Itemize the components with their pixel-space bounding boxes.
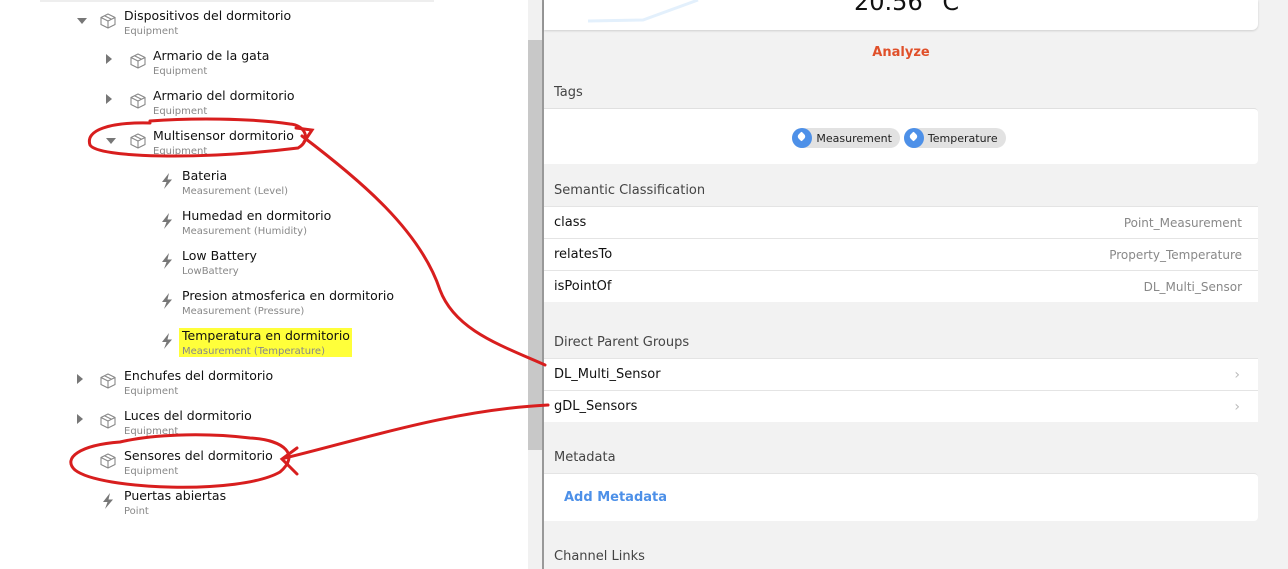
tree-node-subtitle: Equipment [124, 386, 179, 397]
tree-node-subtitle: Equipment [124, 26, 179, 37]
tree-node[interactable]: Bateria Measurement (Level) [0, 168, 520, 208]
lightning-icon [158, 252, 176, 270]
tag-label: Temperature [927, 131, 998, 145]
tree-node-title: Humedad en dormitorio [182, 208, 332, 223]
caret-right-icon[interactable] [106, 94, 112, 104]
semantic-row: isPointOf DL_Multi_Sensor [544, 270, 1258, 302]
add-metadata-link[interactable]: Add Metadata [564, 490, 667, 505]
cube-icon [99, 452, 117, 470]
tree-node[interactable]: Humedad en dormitorio Measurement (Humidi… [0, 208, 520, 248]
tree-node-title: Bateria [182, 168, 228, 183]
lightning-icon [99, 492, 117, 510]
tree-node-subtitle: Point [124, 506, 149, 517]
tree-node-subtitle: Measurement (Level) [182, 186, 289, 197]
lightning-icon [158, 332, 176, 350]
channel-links-header: Channel Links [554, 549, 645, 564]
cube-icon [99, 412, 117, 430]
tag-measurement[interactable]: Measurement [792, 128, 900, 148]
cube-icon [129, 92, 147, 110]
cube-icon [99, 372, 117, 390]
tree-node-subtitle: Equipment [153, 106, 208, 117]
semantic-key: isPointOf [554, 279, 612, 294]
tree-node-title: Puertas abiertas [124, 488, 227, 503]
sparkline [588, 0, 699, 23]
lightning-icon [158, 172, 176, 190]
tree-node[interactable]: Presion atmosferica en dormitorio Measure… [0, 288, 520, 328]
tree-node-subtitle: LowBattery [182, 266, 239, 277]
tree-node[interactable]: Multisensor dormitorio Equipment [0, 128, 520, 168]
tree-node[interactable]: Sensores del dormitorio Equipment [0, 448, 520, 488]
tree-node[interactable]: Low Battery LowBattery [0, 248, 520, 288]
semantic-row: class Point_Measurement [544, 206, 1258, 238]
scrollbar-thumb[interactable] [528, 40, 542, 450]
semantic-value: Property_Temperature [1109, 248, 1242, 262]
tree-node[interactable]: Luces del dormitorio Equipment [0, 408, 520, 448]
caret-down-icon[interactable] [77, 18, 87, 24]
semantic-value: Point_Measurement [1123, 216, 1242, 230]
tree-node-subtitle: Measurement (Temperature) [182, 346, 325, 357]
tree-node[interactable]: Enchufes del dormitorio Equipment [0, 368, 520, 408]
tree-node-title: Low Battery [182, 248, 257, 263]
tree-node-subtitle: Equipment [153, 146, 208, 157]
tree-node-title: Enchufes del dormitorio [124, 368, 274, 383]
model-tree-panel: Dispositivos del dormitorio Equipment Arma… [0, 0, 528, 569]
caret-right-icon[interactable] [77, 414, 83, 424]
semantic-row: relatesTo Property_Temperature [544, 238, 1258, 270]
tree-node[interactable]: Dispositivos del dormitorio Equipment [0, 8, 520, 48]
tags-header: Tags [554, 85, 583, 100]
tree-node-title: Multisensor dormitorio [153, 128, 294, 143]
parent-group-row[interactable]: gDL_Sensors › [544, 390, 1258, 422]
scrollbar[interactable] [528, 0, 542, 569]
analyze-link[interactable]: Analyze [544, 45, 1258, 60]
tag-icon [903, 128, 924, 148]
cube-icon [99, 12, 117, 30]
tree-node-title: Luces del dormitorio [124, 408, 252, 423]
divider [40, 0, 434, 2]
lightning-icon [158, 212, 176, 230]
parent-group-name: gDL_Sensors [554, 399, 638, 414]
tree-node[interactable]: Puertas abiertas Point [0, 488, 520, 528]
tree-node[interactable]: Armario de la gata Equipment [0, 48, 520, 88]
tree-node-title: Dispositivos del dormitorio [124, 8, 292, 23]
state-card: 20.56 °C [544, 0, 1258, 30]
tree-node[interactable]: Temperatura en dormitorio Measurement (Te… [0, 328, 520, 368]
tree-node-title: Sensores del dormitorio [124, 448, 273, 463]
semantic-value: DL_Multi_Sensor [1143, 280, 1242, 294]
tree-node-subtitle: Measurement (Humidity) [182, 226, 307, 237]
lightning-icon [158, 292, 176, 310]
parent-group-name: DL_Multi_Sensor [554, 367, 661, 382]
state-value: 20.56 °C [854, 0, 960, 16]
semantic-header: Semantic Classification [554, 183, 706, 198]
tree-node-subtitle: Equipment [124, 426, 179, 437]
tree-node[interactable]: Armario del dormitorio Equipment [0, 88, 520, 128]
tag-label: Measurement [816, 131, 892, 145]
semantic-key: relatesTo [554, 247, 613, 262]
metadata-card: Add Metadata [544, 473, 1258, 521]
semantic-key: class [554, 215, 587, 230]
caret-down-icon[interactable] [106, 138, 116, 144]
parent-group-row[interactable]: DL_Multi_Sensor › [544, 358, 1258, 390]
tag-temperature[interactable]: Temperature [903, 128, 1006, 148]
cube-icon [129, 132, 147, 150]
chevron-right-icon: › [1234, 367, 1240, 383]
metadata-header: Metadata [554, 450, 616, 465]
tree-node-title: Armario de la gata [153, 48, 270, 63]
caret-right-icon[interactable] [77, 374, 83, 384]
tree-node-subtitle: Equipment [124, 466, 179, 477]
chevron-right-icon: › [1234, 399, 1240, 415]
tag-icon [792, 128, 813, 148]
tags-card: Measurement Temperature [544, 108, 1258, 164]
tree-node-subtitle: Equipment [153, 66, 208, 77]
cube-icon [129, 52, 147, 70]
tree-node-title: Armario del dormitorio [153, 88, 295, 103]
tree-node-title: Presion atmosferica en dormitorio [182, 288, 395, 303]
groups-header: Direct Parent Groups [554, 335, 690, 350]
tree-node-subtitle: Measurement (Pressure) [182, 306, 305, 317]
caret-right-icon[interactable] [106, 54, 112, 64]
item-details-panel: 20.56 °C Analyze Tags Measurement Tempera… [544, 0, 1288, 569]
